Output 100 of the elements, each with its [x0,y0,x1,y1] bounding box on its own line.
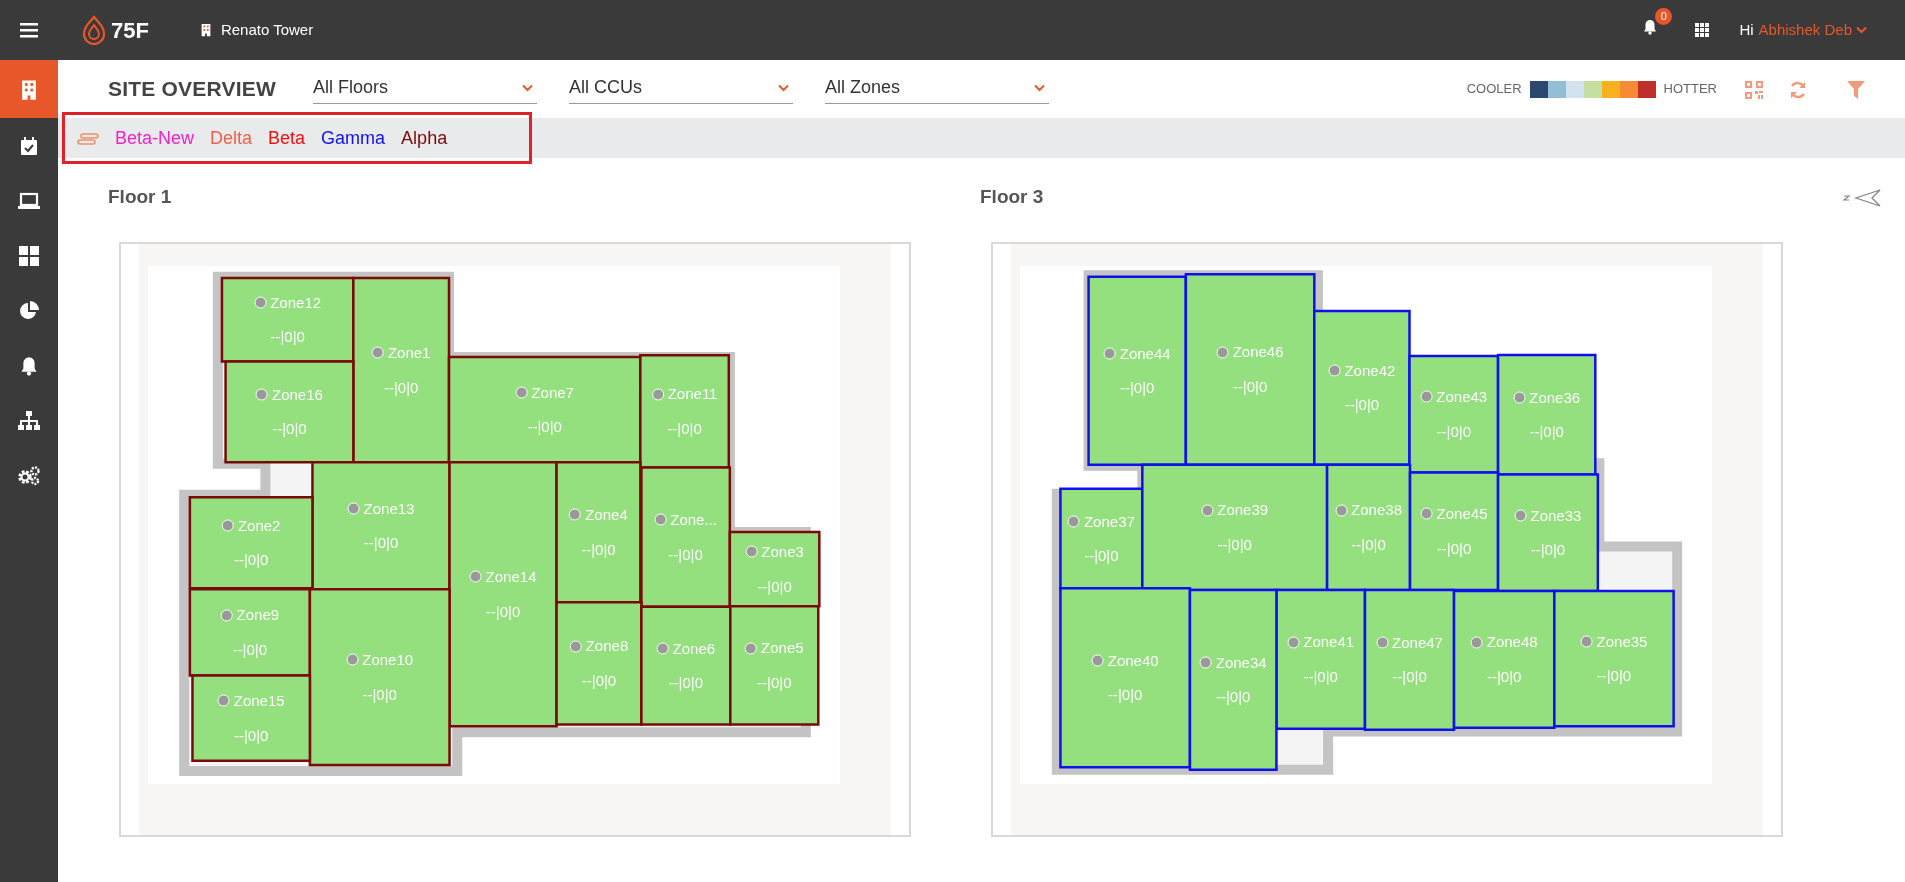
gears-icon [17,463,41,488]
zone-name: Zone36 [1529,387,1581,408]
zone-name: Zone8 [585,635,629,656]
sitemap-icon [18,408,40,433]
scale-label: COOLER [1466,80,1522,99]
zone-reading: --|0|0 [270,326,305,347]
zone-area[interactable] [555,461,642,604]
zone-name: Zone15 [233,690,285,711]
ccu-name: Beta [268,126,306,150]
zone-reading: --|0|0 [1436,421,1471,442]
page-title: SITE OVERVIEW [108,76,276,103]
zone-name: Zone9 [236,604,280,625]
zone-reading: --|0|0 [1215,686,1251,707]
zone-name: Zone41 [1303,631,1355,652]
zone-reading: --|0|0 [383,377,419,398]
zone-area[interactable] [1408,354,1500,474]
notification-badge: 0 [1655,8,1673,25]
caret-icon [1033,83,1045,92]
zone-name: Zone40 [1107,650,1159,671]
logo-text: 75F [111,16,149,45]
filter-dropdown[interactable]: All Floors [312,74,537,104]
zone-name: Zone33 [1530,505,1582,526]
filter-dropdown[interactable]: All Zones [824,74,1049,104]
zone-reading: --|0|0 [232,639,268,660]
zone-area[interactable] [1141,463,1329,592]
zone-name: Zone1 [387,342,431,363]
zone-name: Zone3 [761,541,804,562]
zone-area[interactable] [1087,275,1188,466]
zone-reading: --|0|0 [667,418,702,439]
zone-area[interactable] [639,354,731,469]
zone-area[interactable] [728,530,821,608]
zone-area[interactable] [729,605,820,726]
apps-button[interactable] [1695,23,1710,37]
zone-area[interactable] [1313,309,1411,466]
zone-name: Zone38 [1351,499,1402,520]
zone-name: Zone14 [485,566,537,587]
zone-area[interactable] [1275,588,1367,731]
zone-area[interactable] [1496,353,1597,476]
zone-area[interactable] [1325,463,1412,592]
zone-area[interactable] [1408,471,1500,592]
zone-reading: --|0|0 [1084,545,1119,566]
zone-reading: --|0|0 [363,532,399,553]
zone-area[interactable] [1184,272,1316,466]
zone-area[interactable] [448,461,558,728]
zone-reading: --|0|0 [527,416,562,437]
zone-area[interactable] [311,461,451,591]
zone-reading: --|0|0 [757,672,792,693]
ccu-name: Gamma [321,126,386,150]
logo-icon [81,15,107,45]
zone-area[interactable] [308,588,451,767]
zone-reading: --|0|0 [581,670,617,691]
zone-reading: --|0|0 [233,725,269,746]
zone-reading: --|0|0 [233,549,269,570]
zone-area[interactable] [352,276,451,464]
notifications-button[interactable] [1643,19,1658,35]
filter-dropdown[interactable]: All CCUs [568,74,793,104]
zone-reading: --|0|0 [1436,538,1472,559]
dashboard-icon [19,243,39,268]
zone-area[interactable] [555,600,643,726]
zone-area[interactable] [188,496,314,590]
zone-reading: --|0|0 [362,684,397,705]
zone-area[interactable] [220,276,355,363]
ccu-name: Alpha [401,126,448,150]
zone-name: Zone48 [1486,631,1538,652]
greeting-text: Hi [1739,19,1754,40]
zone-name: Zone46 [1232,341,1284,362]
zone-reading: --|0|0 [1303,666,1338,687]
zone-reading: --|0|0 [1351,534,1386,555]
site-name: Renato Tower [220,19,314,40]
zone-area[interactable] [1553,589,1675,728]
zone-area[interactable] [640,605,732,726]
zone-area[interactable] [1059,487,1144,590]
zone-name: Zone6 [672,638,716,659]
zone-area[interactable] [1496,473,1600,593]
zone-reading: --|0|0 [1529,421,1564,442]
zone-area[interactable] [447,355,642,464]
zone-reading: --|0|0 [668,544,703,565]
zone-area[interactable] [191,674,312,762]
zone-reading: --|0|0 [1119,377,1155,398]
caret-icon [521,83,533,92]
zone-area[interactable] [1452,589,1556,730]
zone-area[interactable] [640,466,732,609]
zone-reading: --|0|0 [1217,534,1252,555]
zone-name: Zone42 [1344,360,1396,381]
zone-area[interactable] [1363,588,1456,732]
zone-name: Zone4 [585,504,628,525]
caret-icon [1856,26,1867,34]
zone-area[interactable] [188,588,312,677]
zone-name: Zone34 [1215,652,1267,673]
zone-name: Zone12 [270,292,322,313]
zone-name: Zone... [670,509,717,530]
ccu-name: Beta-New [115,126,195,150]
zone-area[interactable] [1059,587,1192,769]
ccu-name: Delta [210,126,253,150]
zone-area[interactable] [224,360,355,464]
zone-reading: --|0|0 [581,539,616,560]
zone-name: Zone44 [1119,343,1171,364]
zone-area[interactable] [1188,588,1278,771]
zone-name: Zone43 [1436,386,1488,407]
zone-name: Zone37 [1083,511,1135,532]
